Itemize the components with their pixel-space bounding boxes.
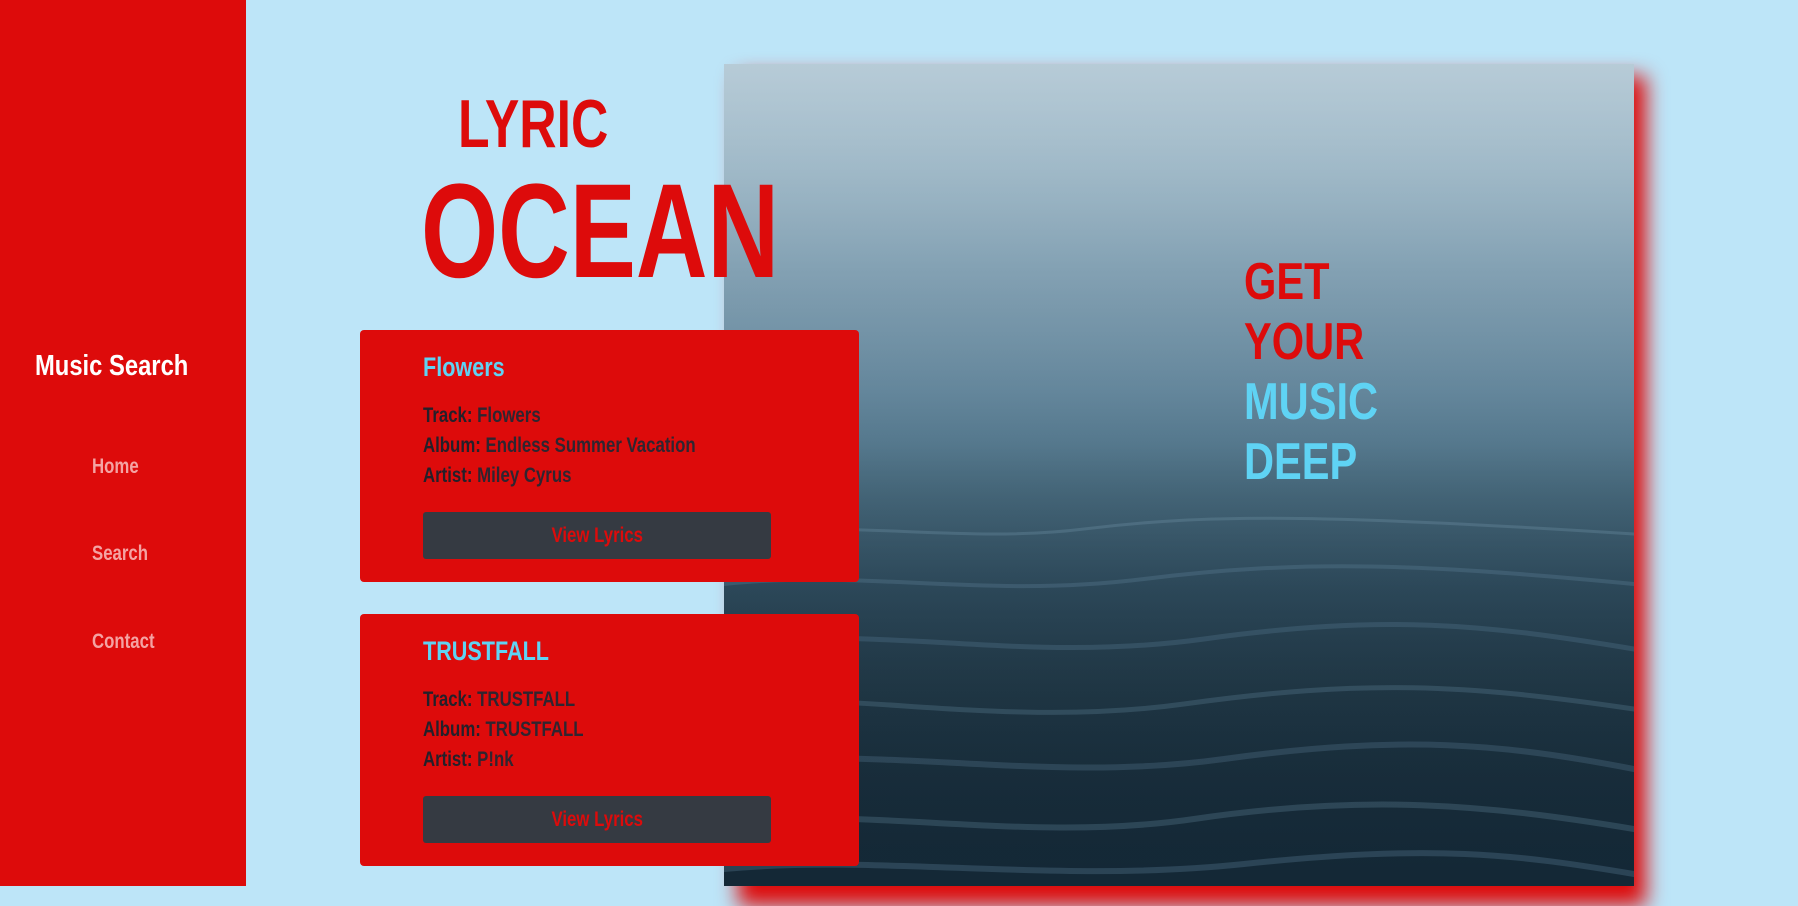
song-card-artist: Artist: P!nk <box>423 748 514 772</box>
site-title-ocean: OCEAN <box>421 157 780 306</box>
tagline-word-music: MUSIC <box>1244 373 1379 431</box>
artist-value: P!nk <box>477 748 514 771</box>
artist-label: Artist: <box>423 464 473 487</box>
nav-link-home[interactable]: Home <box>92 455 139 479</box>
song-card: TRUSTFALL Track: TRUSTFALL Album: TRUSTF… <box>360 614 859 866</box>
song-card-title: Flowers <box>423 352 505 382</box>
song-card-title: TRUSTFALL <box>423 636 549 666</box>
album-value: TRUSTFALL <box>485 718 584 741</box>
track-value: Flowers <box>477 404 541 427</box>
tagline-word-deep: DEEP <box>1244 433 1358 491</box>
song-card-album: Album: Endless Summer Vacation <box>423 434 696 458</box>
nav-link-search[interactable]: Search <box>92 542 148 566</box>
sidebar: Music Search Home Search Contact <box>0 0 246 886</box>
song-card-artist: Artist: Miley Cyrus <box>423 464 571 488</box>
ocean-waves-illustration <box>724 64 1634 886</box>
hero-tagline: GET YOUR MUSIC DEEP <box>1244 252 1412 492</box>
song-card: Flowers Track: Flowers Album: Endless Su… <box>360 330 859 582</box>
hero-ocean-image <box>724 64 1634 886</box>
view-lyrics-label: View Lyrics <box>551 808 643 831</box>
view-lyrics-button[interactable]: View Lyrics <box>423 512 771 559</box>
view-lyrics-button[interactable]: View Lyrics <box>423 796 771 843</box>
song-card-album: Album: TRUSTFALL <box>423 718 584 742</box>
tagline-word-get: GET <box>1244 253 1330 311</box>
song-card-track: Track: TRUSTFALL <box>423 688 575 712</box>
track-label: Track: <box>423 688 473 711</box>
artist-value: Miley Cyrus <box>477 464 572 487</box>
site-title-lyric: LYRIC <box>458 86 609 162</box>
album-label: Album: <box>423 434 481 457</box>
nav-link-contact[interactable]: Contact <box>92 630 155 654</box>
sidebar-title: Music Search <box>35 350 189 382</box>
album-value: Endless Summer Vacation <box>485 434 696 457</box>
artist-label: Artist: <box>423 748 473 771</box>
tagline-word-your: YOUR <box>1244 313 1365 371</box>
track-label: Track: <box>423 404 473 427</box>
song-card-track: Track: Flowers <box>423 404 541 428</box>
view-lyrics-label: View Lyrics <box>551 524 643 547</box>
album-label: Album: <box>423 718 481 741</box>
track-value: TRUSTFALL <box>477 688 576 711</box>
